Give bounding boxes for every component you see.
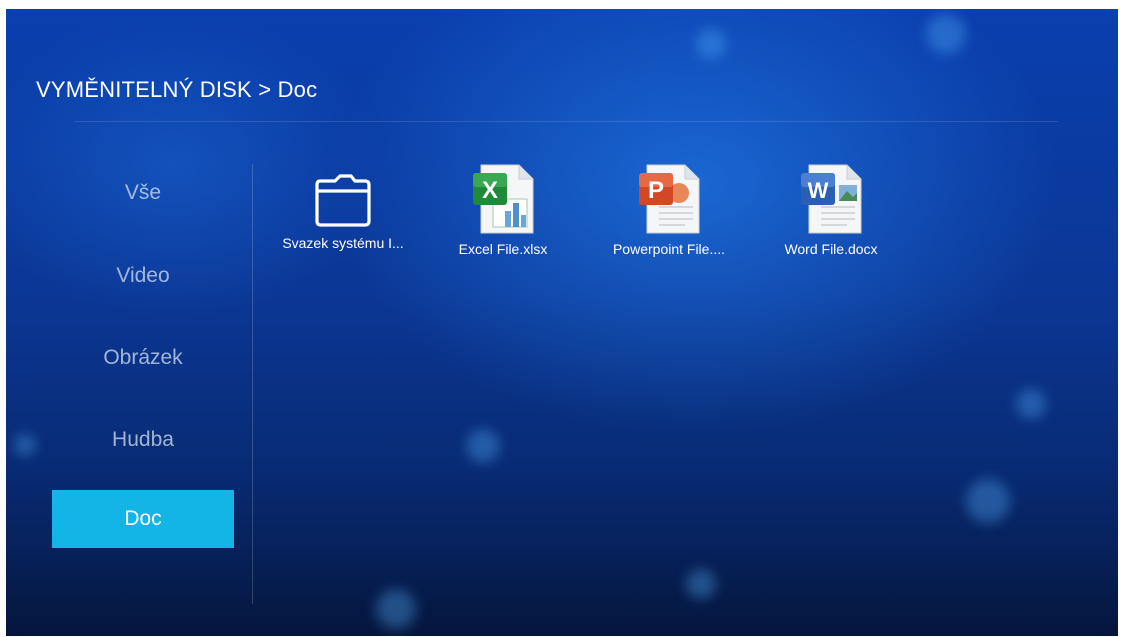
bokeh-light bbox=[466, 429, 500, 463]
sidebar-item-vse[interactable]: Vše bbox=[52, 164, 234, 222]
excel-file-icon: X bbox=[473, 164, 534, 234]
file-label: Word File.docx bbox=[784, 241, 878, 257]
file-item-word[interactable]: W Word File.docx bbox=[756, 163, 906, 257]
svg-text:X: X bbox=[482, 177, 498, 204]
file-item-folder[interactable]: Svazek systému I... bbox=[268, 171, 418, 251]
bokeh-light bbox=[926, 14, 966, 54]
file-label: Svazek systému I... bbox=[282, 235, 404, 251]
bokeh-light bbox=[696, 29, 726, 59]
file-item-powerpoint[interactable]: P Powerpoint File.... bbox=[594, 163, 744, 257]
file-item-excel[interactable]: X Excel File.xlsx bbox=[428, 163, 578, 257]
bokeh-light bbox=[966, 479, 1010, 523]
file-label: Excel File.xlsx bbox=[458, 241, 548, 257]
svg-text:W: W bbox=[808, 178, 829, 203]
folder-icon bbox=[315, 174, 371, 227]
file-label: Powerpoint File.... bbox=[612, 241, 726, 257]
sidebar-item-video[interactable]: Video bbox=[52, 247, 234, 305]
screen: VYMĚNITELNÝ DISK > Doc Vše Video Obrázek… bbox=[6, 9, 1118, 636]
bokeh-light bbox=[686, 569, 716, 599]
bokeh-light bbox=[1016, 389, 1046, 419]
sidebar-item-obrazek[interactable]: Obrázek bbox=[52, 329, 234, 387]
powerpoint-file-icon: P bbox=[639, 164, 700, 234]
svg-text:P: P bbox=[648, 177, 664, 204]
sidebar-item-doc[interactable]: Doc bbox=[52, 490, 234, 548]
sidebar-divider bbox=[252, 164, 253, 604]
word-file-icon: W bbox=[801, 164, 862, 234]
category-sidebar: Vše Video Obrázek Hudba Doc bbox=[6, 9, 252, 636]
bokeh-light bbox=[376, 589, 416, 629]
sidebar-item-hudba[interactable]: Hudba bbox=[52, 411, 234, 469]
